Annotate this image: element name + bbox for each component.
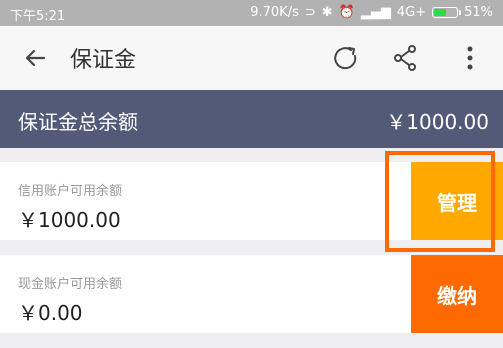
back-arrow-icon[interactable]: [18, 40, 54, 76]
battery-icon: [432, 7, 462, 18]
share-icon[interactable]: [388, 40, 424, 76]
status-icons: 9.70K/s ⊃ ✱ ⏰ ▂▄▆ 4G+ 51%: [250, 5, 493, 20]
more-vertical-icon[interactable]: [452, 40, 488, 76]
status-bar: 下午5:21 9.70K/s ⊃ ✱ ⏰ ▂▄▆ 4G+ 51%: [0, 0, 503, 26]
highlight-box: [385, 151, 495, 252]
total-balance-amount: ￥1000.00: [386, 110, 489, 134]
network-type: 4G+: [396, 5, 427, 20]
total-balance-label: 保证金总余额: [18, 110, 138, 134]
cash-balance-label: 现金账户可用余额: [18, 277, 123, 292]
cash-account-card: 现金账户可用余额 ￥0.00 缴纳: [0, 255, 503, 333]
pay-button[interactable]: 缴纳: [411, 255, 503, 333]
signal-icon: ▂▄▆: [360, 5, 391, 20]
cash-balance-value: ￥0.00: [18, 301, 83, 325]
battery-fill: [434, 9, 447, 16]
bottom-divider: [0, 333, 503, 348]
credit-balance-label: 信用账户可用余额: [18, 184, 123, 199]
headset-icon: ⊃: [304, 5, 316, 20]
credit-balance-value: ￥1000.00: [18, 208, 121, 232]
network-speed: 9.70K/s: [250, 5, 299, 20]
battery-percent: 51%: [464, 5, 493, 20]
alarm-icon: ⏰: [338, 5, 355, 20]
page-title: 保证金: [70, 48, 137, 73]
bluetooth-icon: ✱: [321, 5, 333, 20]
total-balance-bar: 保证金总余额 ￥1000.00: [0, 90, 503, 148]
app-bar: 保证金: [0, 26, 503, 91]
status-time: 下午5:21: [10, 9, 66, 24]
refresh-icon[interactable]: [328, 40, 364, 76]
